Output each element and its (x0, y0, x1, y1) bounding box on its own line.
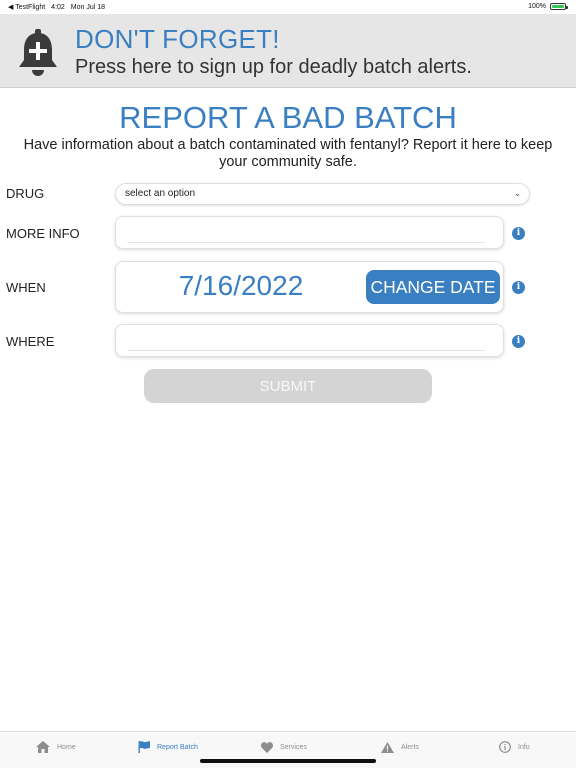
warning-icon (381, 741, 394, 753)
home-indicator (200, 759, 376, 763)
tab-report-batch[interactable]: Report Batch (138, 732, 198, 762)
when-label: WHEN (6, 280, 46, 295)
when-info-icon[interactable]: i (512, 281, 525, 294)
drug-select-value: select an option (125, 188, 196, 199)
tab-info-label: Info (518, 743, 530, 751)
battery-percent: 100% (528, 3, 546, 10)
alert-signup-banner[interactable]: DON'T FORGET! Press here to sign up for … (0, 14, 576, 88)
when-field: 7/16/2022 CHANGE DATE (115, 261, 504, 313)
more-info-label: MORE INFO (6, 226, 80, 241)
info-circle-icon (499, 741, 511, 753)
tab-alerts-label: Alerts (401, 743, 419, 751)
banner-title: DON'T FORGET! (75, 24, 280, 54)
battery-icon (550, 3, 568, 10)
back-to-testflight[interactable]: ◀ TestFlight (8, 3, 45, 11)
tab-home[interactable]: Home (36, 732, 76, 762)
where-label: WHERE (6, 334, 55, 349)
tab-info[interactable]: Info (499, 732, 530, 762)
tab-alerts[interactable]: Alerts (381, 732, 419, 762)
where-input[interactable] (128, 331, 485, 351)
drug-label: DRUG (6, 186, 45, 201)
status-bar: ◀ TestFlight 4:02 Mon Jul 18 100% (0, 0, 576, 14)
more-info-info-icon[interactable]: i (512, 227, 525, 240)
chevron-down-icon: ⌄ (514, 189, 521, 198)
home-icon (36, 741, 50, 753)
tab-services[interactable]: Services (261, 732, 307, 762)
tab-report-batch-label: Report Batch (157, 743, 198, 751)
status-time: 4:02 (51, 3, 65, 11)
where-info-icon[interactable]: i (512, 335, 525, 348)
submit-button[interactable]: SUBMIT (144, 369, 432, 403)
flag-icon (138, 741, 150, 753)
tab-home-label: Home (57, 743, 76, 751)
banner-subtitle: Press here to sign up for deadly batch a… (75, 56, 472, 78)
more-info-field[interactable] (115, 216, 504, 249)
change-date-button[interactable]: CHANGE DATE (366, 270, 500, 304)
page-description: Have information about a batch contamina… (23, 137, 553, 170)
bell-plus-icon (16, 28, 60, 78)
where-field[interactable] (115, 324, 504, 357)
page-title: REPORT A BAD BATCH (119, 100, 457, 135)
tab-services-label: Services (280, 743, 307, 751)
more-info-input[interactable] (128, 223, 485, 243)
status-date: Mon Jul 18 (70, 3, 106, 11)
heart-icon (261, 741, 273, 753)
date-value: 7/16/2022 (178, 270, 304, 301)
drug-select[interactable]: select an option ⌄ (115, 183, 530, 205)
